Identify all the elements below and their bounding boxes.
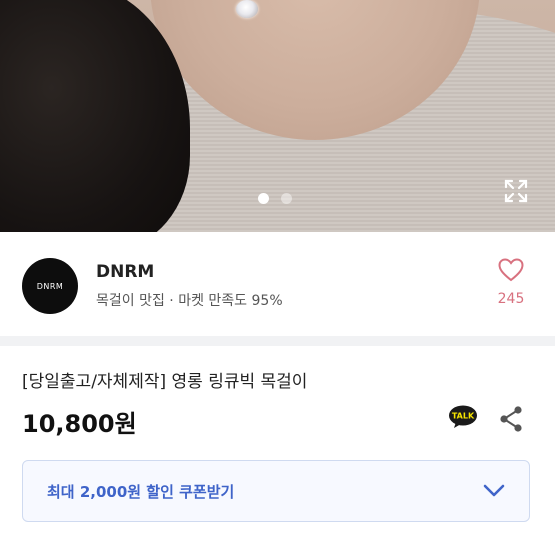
coupon-label: 최대 2,000원 할인 쿠폰받기: [47, 482, 235, 501]
product-price: 10,800원: [22, 410, 137, 438]
seller-info[interactable]: DNRM DNRM 목걸이 맛집 · 마켓 만족도 95% 245: [0, 232, 555, 336]
gallery-pagination: [258, 193, 292, 204]
heart-icon[interactable]: [498, 258, 524, 282]
kakao-talk-label: TALK: [452, 412, 475, 421]
coupon-button[interactable]: 최대 2,000원 할인 쿠폰받기: [22, 460, 530, 522]
seller-name[interactable]: DNRM: [96, 262, 154, 282]
seller-avatar-text: DNRM: [36, 281, 64, 291]
share-icon[interactable]: [498, 405, 524, 433]
expand-icon[interactable]: [503, 178, 529, 204]
like-count: 245: [497, 291, 525, 307]
necklace-pendant: [236, 0, 258, 18]
section-divider: [0, 336, 555, 346]
seller-avatar[interactable]: DNRM: [22, 258, 78, 314]
chevron-down-icon: [483, 484, 505, 497]
seller-subtitle: 목걸이 맛집 · 마켓 만족도 95%: [96, 293, 283, 309]
kakao-talk-icon[interactable]: TALK: [448, 405, 478, 429]
product-photo-hair: [0, 0, 190, 232]
product-image-gallery[interactable]: [0, 0, 555, 232]
gallery-dot-1[interactable]: [258, 193, 269, 204]
gallery-dot-2[interactable]: [281, 193, 292, 204]
product-title: [당일출고/자체제작] 영롱 링큐빅 목걸이: [22, 372, 308, 392]
